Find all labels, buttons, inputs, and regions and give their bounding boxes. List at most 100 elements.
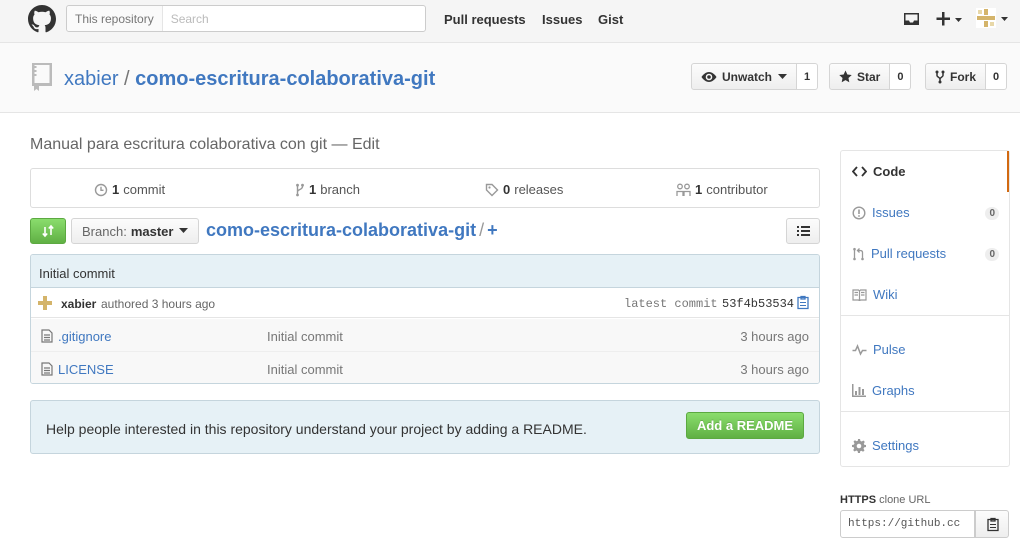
files-list-button[interactable] (786, 218, 820, 244)
branch-icon (296, 183, 304, 196)
repo-description: Manual para escritura colaborativa con g… (30, 136, 380, 154)
numbers-summary: 1 commit 1 branch 0 releases 1 contribut… (30, 168, 820, 208)
compare-icon (42, 224, 54, 238)
sidebar-item-pulse[interactable]: Pulse (841, 329, 1009, 370)
sidebar-item-label: Code (873, 164, 906, 179)
description-text: Manual para escritura colaborativa con g… (30, 136, 328, 153)
repo-header: xabier / como-escritura-colaborativa-git… (0, 43, 1020, 113)
table-row[interactable]: .gitignore Initial commit 3 hours ago (31, 319, 819, 352)
chevron-down-icon (179, 228, 189, 233)
repo-owner-link[interactable]: xabier (64, 68, 118, 90)
breadcrumb-repo-link[interactable]: como-escritura-colaborativa-git (206, 220, 476, 240)
releases-count: 0 (503, 182, 511, 197)
site-header: This repository Pull requests Issues Gis… (0, 0, 1020, 43)
nav-gist[interactable]: Gist (598, 12, 623, 27)
add-readme-button[interactable]: Add a README (686, 412, 804, 439)
sidebar-item-code[interactable]: Code (841, 151, 1009, 192)
copy-clone-url-button[interactable] (975, 510, 1009, 538)
file-name-link[interactable]: LICENSE (58, 362, 114, 377)
file-commit-message-link[interactable]: Initial commit (267, 329, 343, 344)
issues-counter: 0 (985, 207, 999, 220)
table-row[interactable]: LICENSE Initial commit 3 hours ago (31, 352, 819, 383)
fork-icon (935, 70, 945, 83)
user-avatar-menu-icon[interactable] (976, 8, 1012, 30)
releases-label: releases (514, 182, 564, 197)
sidebar-item-pull-requests[interactable]: Pull requests 0 (841, 233, 1009, 274)
fork-button[interactable]: Fork (925, 63, 987, 90)
commit-author-link[interactable]: xabier (61, 297, 96, 311)
branch-select-button[interactable]: Branch: master (71, 218, 200, 244)
nav-issues[interactable]: Issues (542, 12, 582, 27)
file-commit-message-link[interactable]: Initial commit (267, 362, 343, 377)
watchers-count[interactable]: 1 (797, 63, 819, 90)
commit-title[interactable]: Initial commit (31, 255, 819, 288)
add-file-button[interactable]: + (487, 220, 498, 240)
clone-url-field[interactable] (840, 510, 975, 538)
branch-prefix-label: Branch: (82, 223, 127, 239)
sidebar-nav-primary: Code Issues 0 Pull requests 0 Wiki Pulse (840, 150, 1010, 467)
tag-icon (485, 183, 499, 196)
sidebar-item-label: Issues (872, 205, 910, 220)
file-age: 3 hours ago (740, 362, 809, 377)
readme-prompt: Help people interested in this repositor… (30, 400, 820, 454)
sidebar-item-label: Graphs (872, 383, 915, 398)
commit-meta: xabier authored 3 hours ago latest commi… (31, 288, 819, 318)
sidebar-item-wiki[interactable]: Wiki (841, 274, 1009, 315)
sidebar-divider (841, 411, 1009, 425)
nav-pull-requests[interactable]: Pull requests (444, 12, 526, 27)
eye-icon (701, 71, 717, 82)
unwatch-button[interactable]: Unwatch (691, 63, 798, 90)
branches-summary[interactable]: 1 branch (295, 182, 360, 197)
compare-pull-request-button[interactable] (30, 218, 66, 244)
search-box[interactable]: This repository (66, 5, 426, 32)
commits-label: commit (123, 182, 166, 197)
repo-title: xabier / como-escritura-colaborativa-git (64, 68, 435, 91)
breadcrumb-separator: / (479, 220, 485, 240)
branch-name: master (130, 223, 174, 239)
sidebar-item-label: Wiki (873, 287, 898, 302)
sidebar-item-label: Pulse (873, 342, 906, 357)
file-age: 3 hours ago (740, 329, 809, 344)
sidebar-item-settings[interactable]: Settings (841, 425, 1009, 466)
stargazers-count[interactable]: 0 (890, 63, 912, 90)
search-scope-label: This repository (67, 6, 163, 31)
star-group: Star 0 (829, 63, 912, 90)
contributors-summary[interactable]: 1 contributor (676, 182, 768, 197)
description-dash: — (331, 136, 348, 153)
contributors-count: 1 (695, 182, 703, 197)
star-button[interactable]: Star (829, 63, 891, 90)
file-name-link[interactable]: .gitignore (58, 329, 111, 344)
issue-icon (852, 205, 866, 220)
contributors-label: contributor (706, 182, 768, 197)
releases-summary[interactable]: 0 releases (485, 182, 563, 197)
commit-sha-link[interactable]: 53f4b53534 (722, 297, 794, 311)
sidebar-item-label: Pull requests (871, 246, 947, 261)
commits-count: 1 (112, 182, 120, 197)
github-logo-icon[interactable] (28, 5, 56, 33)
unwatch-label: Unwatch (722, 69, 773, 84)
sidebar-item-graphs[interactable]: Graphs (841, 370, 1009, 411)
history-icon (94, 183, 108, 196)
sidebar-item-issues[interactable]: Issues 0 (841, 192, 1009, 233)
edit-description-link[interactable]: Edit (352, 136, 380, 153)
fork-group: Fork 0 (925, 63, 1008, 90)
fork-label: Fork (950, 69, 977, 84)
forks-count[interactable]: 0 (986, 63, 1008, 90)
clipboard-icon[interactable] (796, 295, 810, 310)
search-input[interactable] (162, 6, 425, 31)
repo-name-link[interactable]: como-escritura-colaborativa-git (135, 68, 435, 90)
inbox-icon[interactable] (903, 11, 920, 27)
branches-label: branch (320, 182, 360, 197)
clone-protocol[interactable]: HTTPS (840, 494, 876, 506)
avatar[interactable] (37, 295, 53, 311)
breadcrumb: como-escritura-colaborativa-git / + (206, 220, 498, 241)
branches-count: 1 (309, 182, 317, 197)
sidebar-divider (841, 315, 1009, 329)
book-icon (852, 288, 867, 301)
file-icon (41, 362, 53, 376)
create-new-icon[interactable] (936, 10, 964, 28)
commits-summary[interactable]: 1 commit (94, 182, 165, 197)
repo-book-icon (32, 63, 52, 91)
latest-commit-label: latest commit (624, 297, 718, 311)
clipboard-icon (987, 517, 999, 532)
